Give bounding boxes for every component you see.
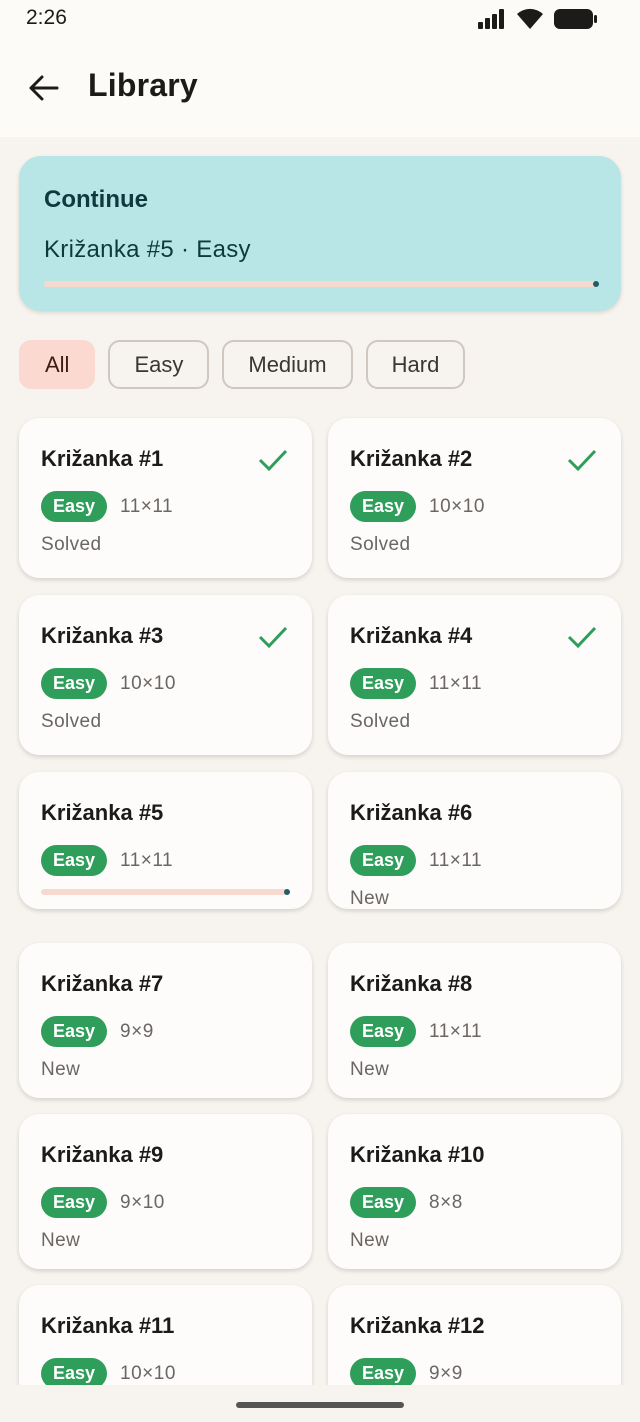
puzzle-card[interactable]: Križanka #6 Easy 11×11 New bbox=[328, 772, 621, 909]
difficulty-badge: Easy bbox=[350, 1016, 417, 1047]
grid-size: 9×10 bbox=[120, 1191, 165, 1213]
puzzle-meta: Easy 9×10 bbox=[41, 1187, 165, 1218]
checkmark-icon bbox=[258, 626, 288, 649]
puzzle-progress-bar bbox=[41, 889, 290, 895]
battery-icon bbox=[554, 9, 597, 29]
puzzle-title: Križanka #10 bbox=[350, 1142, 485, 1167]
difficulty-badge: Easy bbox=[41, 668, 108, 699]
grid-size: 9×9 bbox=[120, 1020, 154, 1042]
puzzle-card[interactable]: Križanka #9 Easy 9×10 New bbox=[19, 1114, 312, 1269]
puzzle-card[interactable]: Križanka #7 Easy 9×9 New bbox=[19, 943, 312, 1098]
difficulty-badge: Easy bbox=[350, 668, 417, 699]
puzzle-status: Solved bbox=[350, 534, 411, 555]
progress-indicator-dot bbox=[284, 889, 290, 895]
continue-card[interactable]: Continue Križanka #5 · Easy bbox=[19, 156, 621, 311]
puzzle-card[interactable]: Križanka #5 Easy 11×11 bbox=[19, 772, 312, 909]
puzzle-card[interactable]: Križanka #8 Easy 11×11 New bbox=[328, 943, 621, 1098]
arrow-left-icon bbox=[29, 75, 59, 101]
puzzle-meta: Easy 9×9 bbox=[41, 1016, 154, 1047]
continue-subtitle: Križanka #5 · Easy bbox=[44, 236, 251, 263]
puzzle-status: New bbox=[41, 1059, 81, 1080]
grid-size: 8×8 bbox=[429, 1191, 463, 1213]
difficulty-badge: Easy bbox=[350, 1187, 417, 1218]
filter-chip-hard[interactable]: Hard bbox=[365, 340, 466, 389]
puzzle-title: Križanka #3 bbox=[41, 623, 164, 648]
back-button[interactable] bbox=[22, 68, 66, 108]
puzzle-status: New bbox=[350, 888, 390, 909]
progress-indicator-dot bbox=[593, 281, 599, 287]
puzzle-title: Križanka #11 bbox=[41, 1313, 175, 1338]
puzzle-card[interactable]: Križanka #10 Easy 8×8 New bbox=[328, 1114, 621, 1269]
grid-size: 10×10 bbox=[120, 1362, 176, 1384]
filter-chip-easy[interactable]: Easy bbox=[108, 340, 210, 389]
puzzle-status: New bbox=[41, 1230, 81, 1251]
grid-size: 11×11 bbox=[120, 495, 174, 517]
puzzle-meta: Easy 11×11 bbox=[350, 845, 482, 876]
puzzle-title: Križanka #12 bbox=[350, 1313, 485, 1338]
puzzle-card[interactable]: Križanka #3 Easy 10×10 Solved bbox=[19, 595, 312, 755]
puzzle-title: Križanka #7 bbox=[41, 971, 164, 996]
puzzle-meta: Easy 11×11 bbox=[350, 668, 482, 699]
grid-size: 11×11 bbox=[429, 1020, 483, 1042]
checkmark-icon bbox=[567, 626, 597, 649]
grid-size: 11×11 bbox=[429, 849, 483, 871]
puzzle-title: Križanka #8 bbox=[350, 971, 473, 996]
puzzle-status: Solved bbox=[350, 711, 411, 732]
grid-size: 9×9 bbox=[429, 1362, 463, 1384]
puzzle-title: Križanka #5 bbox=[41, 800, 164, 825]
difficulty-filter-chips: All Easy Medium Hard bbox=[19, 340, 466, 389]
puzzle-meta: Easy 8×8 bbox=[350, 1187, 463, 1218]
puzzle-title: Križanka #2 bbox=[350, 446, 473, 471]
puzzle-meta: Easy 11×11 bbox=[350, 1016, 482, 1047]
puzzle-status: Solved bbox=[41, 534, 102, 555]
cellular-signal-icon bbox=[478, 9, 504, 29]
checkmark-icon bbox=[567, 449, 597, 472]
difficulty-badge: Easy bbox=[41, 1016, 108, 1047]
filter-chip-medium[interactable]: Medium bbox=[222, 340, 353, 389]
puzzle-meta: Easy 10×10 bbox=[350, 491, 485, 522]
status-icons bbox=[478, 8, 598, 30]
puzzle-title: Križanka #1 bbox=[41, 446, 164, 471]
grid-size: 10×10 bbox=[120, 672, 176, 694]
difficulty-badge: Easy bbox=[41, 491, 108, 522]
puzzle-meta: Easy 10×10 bbox=[41, 668, 176, 699]
puzzle-meta: Easy 11×11 bbox=[41, 491, 173, 522]
status-time: 2:26 bbox=[26, 6, 67, 29]
difficulty-badge: Easy bbox=[350, 845, 417, 876]
difficulty-badge: Easy bbox=[41, 845, 108, 876]
puzzle-status: Solved bbox=[41, 711, 102, 732]
status-bar: 2:26 bbox=[0, 0, 640, 40]
difficulty-badge: Easy bbox=[41, 1187, 108, 1218]
difficulty-badge: Easy bbox=[350, 491, 417, 522]
puzzle-title: Križanka #6 bbox=[350, 800, 473, 825]
puzzle-meta: Easy 11×11 bbox=[41, 845, 173, 876]
puzzle-status: New bbox=[350, 1059, 390, 1080]
grid-size: 11×11 bbox=[429, 672, 483, 694]
puzzle-status: New bbox=[350, 1230, 390, 1251]
filter-chip-all[interactable]: All bbox=[19, 340, 96, 389]
grid-size: 10×10 bbox=[429, 495, 485, 517]
continue-progress-bar bbox=[44, 281, 599, 287]
page-title: Library bbox=[88, 67, 198, 103]
puzzle-title: Križanka #4 bbox=[350, 623, 473, 648]
puzzle-card[interactable]: Križanka #2 Easy 10×10 Solved bbox=[328, 418, 621, 578]
puzzle-title: Križanka #9 bbox=[41, 1142, 164, 1167]
home-indicator[interactable] bbox=[236, 1402, 404, 1408]
checkmark-icon bbox=[258, 449, 288, 472]
top-app-bar: Library bbox=[0, 40, 640, 137]
navigation-bar bbox=[0, 1385, 640, 1422]
puzzle-card[interactable]: Križanka #1 Easy 11×11 Solved bbox=[19, 418, 312, 578]
puzzle-card[interactable]: Križanka #4 Easy 11×11 Solved bbox=[328, 595, 621, 755]
wifi-icon bbox=[517, 8, 543, 29]
grid-size: 11×11 bbox=[120, 849, 174, 871]
continue-title: Continue bbox=[44, 186, 148, 213]
